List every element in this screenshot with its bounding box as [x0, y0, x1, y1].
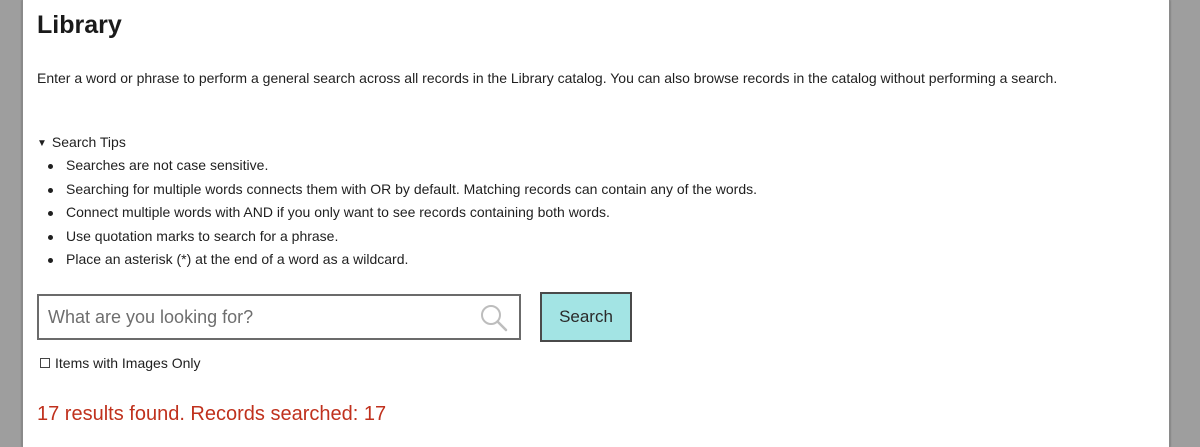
list-item: Place an asterisk (*) at the end of a wo… [47, 248, 757, 272]
search-button[interactable]: Search [540, 292, 632, 342]
intro-text: Enter a word or phrase to perform a gene… [37, 70, 1058, 86]
images-only-filter[interactable]: Items with Images Only [40, 355, 201, 371]
expanded-triangle-icon: ▼ [37, 138, 47, 149]
results-summary: 17 results found. Records searched: 17 [37, 403, 387, 425]
images-only-checkbox[interactable] [40, 358, 50, 368]
search-tips-list: Searches are not case sensitive. Searchi… [37, 154, 757, 272]
list-item: Connect multiple words with AND if you o… [47, 201, 757, 225]
search-tips-label: Search Tips [51, 134, 126, 150]
search-tips-toggle[interactable]: ▼ Search Tips [37, 134, 126, 150]
magnifier-icon [481, 305, 508, 332]
search-input[interactable] [39, 296, 479, 338]
page-title: Library [37, 11, 122, 39]
search-box [37, 294, 521, 340]
list-item: Searches are not case sensitive. [47, 154, 757, 178]
images-only-label: Items with Images Only [55, 355, 201, 371]
list-item: Searching for multiple words connects th… [47, 178, 757, 202]
main-panel: Library Enter a word or phrase to perfor… [22, 0, 1170, 447]
list-item: Use quotation marks to search for a phra… [47, 225, 757, 249]
